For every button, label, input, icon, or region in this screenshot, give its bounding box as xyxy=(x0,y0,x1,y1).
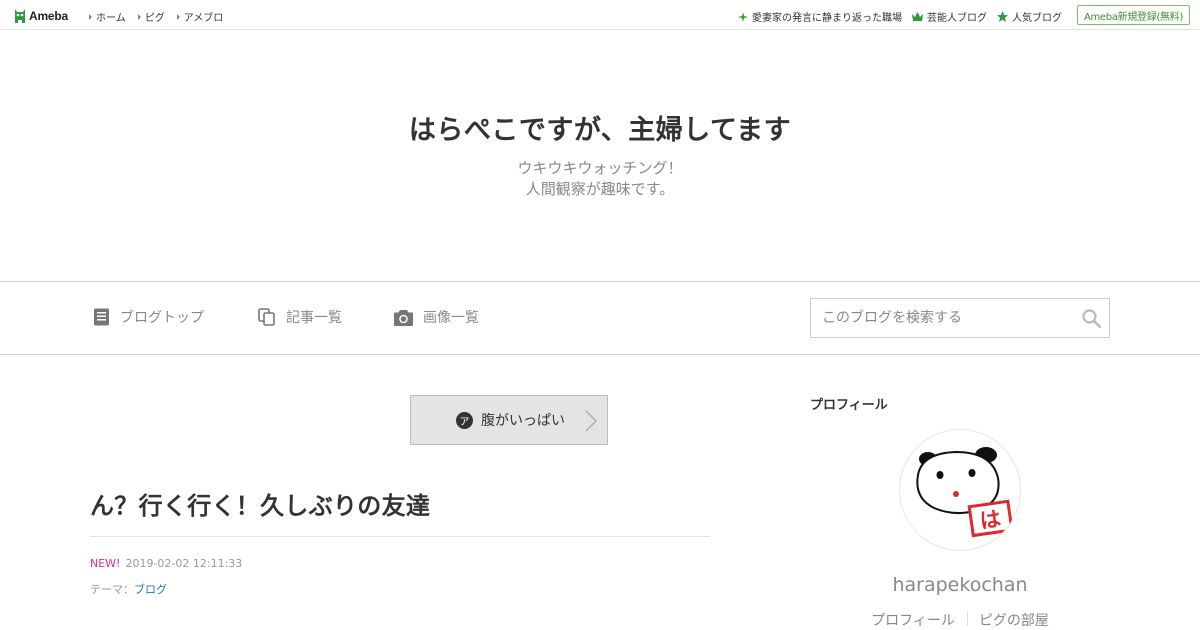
svg-text:は: は xyxy=(978,507,1002,534)
header-link-label: 愛妻家の発言に静まり返った職場 xyxy=(752,13,902,24)
new-badge: NEW! xyxy=(90,557,121,570)
global-nav-label: アメブロ xyxy=(183,13,224,24)
ameba-logo-text: Ameba xyxy=(29,8,69,23)
header-link-label: 人気ブログ xyxy=(1012,13,1062,24)
blog-search xyxy=(810,298,1110,338)
theme-badge-icon: ア xyxy=(456,412,473,429)
star-icon xyxy=(997,11,1008,22)
global-nav-home[interactable]: ホーム xyxy=(89,9,126,24)
sparkle-icon xyxy=(738,11,748,22)
header-link-trending[interactable]: 愛妻家の発言に静まり返った職場 xyxy=(738,9,902,24)
profile-heading: プロフィール xyxy=(810,398,888,413)
nav-label: 画像一覧 xyxy=(423,310,479,326)
header-link-celebrity[interactable]: 芸能人ブログ xyxy=(912,9,987,24)
avatar[interactable]: は xyxy=(899,429,1021,551)
profile-link[interactable]: プロフィール xyxy=(871,610,955,630)
nav-label: 記事一覧 xyxy=(286,310,342,326)
article-meta: NEW! 2019-02-02 12:11:33 xyxy=(90,557,242,570)
global-nav-label: ホーム xyxy=(96,13,126,24)
article-date: 2019-02-02 12:11:33 xyxy=(125,557,243,570)
global-header: Ameba ホーム ピグ アメブロ 愛妻家の発言に静まり返った職場 芸能人ブログ… xyxy=(0,0,1200,30)
profile-links: プロフィール ピグの部屋 xyxy=(810,610,1110,630)
signup-button[interactable]: Ameba新規登録(無料) xyxy=(1077,5,1190,25)
blog-description: ウキウキウォッチング！ 人間観察が趣味です。 xyxy=(0,158,1200,200)
global-nav-pigg[interactable]: ピグ xyxy=(137,9,165,24)
profile-username[interactable]: harapekochan xyxy=(810,574,1110,596)
blog-nav: ブログトップ 記事一覧 画像一覧 xyxy=(0,281,1200,355)
ameba-logo[interactable]: Ameba xyxy=(13,6,68,25)
nav-blog-top[interactable]: ブログトップ xyxy=(93,307,204,327)
theme-link[interactable]: ブログ xyxy=(134,583,167,596)
global-nav: ホーム ピグ アメブロ xyxy=(89,9,235,24)
ameba-mascot-icon xyxy=(15,8,25,23)
caret-right-icon xyxy=(137,13,141,20)
search-icon[interactable] xyxy=(1082,309,1102,332)
global-nav-ameblo[interactable]: アメブロ xyxy=(176,9,224,24)
chevron-right-icon xyxy=(585,410,597,436)
caret-right-icon xyxy=(176,13,180,20)
blog-description-line: 人間観察が趣味です。 xyxy=(525,180,675,198)
theme-button[interactable]: ア 腹がいっぱい xyxy=(410,395,608,445)
article-title[interactable]: ん？行く行く！久しぶりの友達 xyxy=(90,486,430,521)
global-nav-label: ピグ xyxy=(144,13,165,24)
divider xyxy=(966,612,968,626)
camera-icon xyxy=(394,309,413,326)
nav-article-list[interactable]: 記事一覧 xyxy=(258,307,342,327)
header-link-label: 芸能人ブログ xyxy=(927,13,987,24)
header-links: 愛妻家の発言に静まり返った職場 芸能人ブログ 人気ブログ xyxy=(728,9,1062,24)
panda-avatar-icon: は xyxy=(916,447,1014,538)
crown-icon xyxy=(912,12,923,21)
nav-label: ブログトップ xyxy=(120,310,204,326)
article-theme: テーマ：ブログ xyxy=(90,581,167,597)
blog-title[interactable]: はらぺこですが、主婦してます xyxy=(0,108,1200,147)
theme-button-label: 腹がいっぱい xyxy=(481,413,565,429)
blog-description-line: ウキウキウォッチング！ xyxy=(517,159,683,177)
search-input[interactable] xyxy=(811,299,1071,337)
copy-icon xyxy=(258,308,276,326)
header-link-popular[interactable]: 人気ブログ xyxy=(997,9,1062,24)
divider xyxy=(90,536,710,537)
theme-prefix: テーマ： xyxy=(90,583,134,596)
nav-image-list[interactable]: 画像一覧 xyxy=(394,307,479,327)
pigg-room-link[interactable]: ピグの部屋 xyxy=(979,610,1049,630)
document-icon xyxy=(93,308,110,326)
caret-right-icon xyxy=(89,13,92,20)
